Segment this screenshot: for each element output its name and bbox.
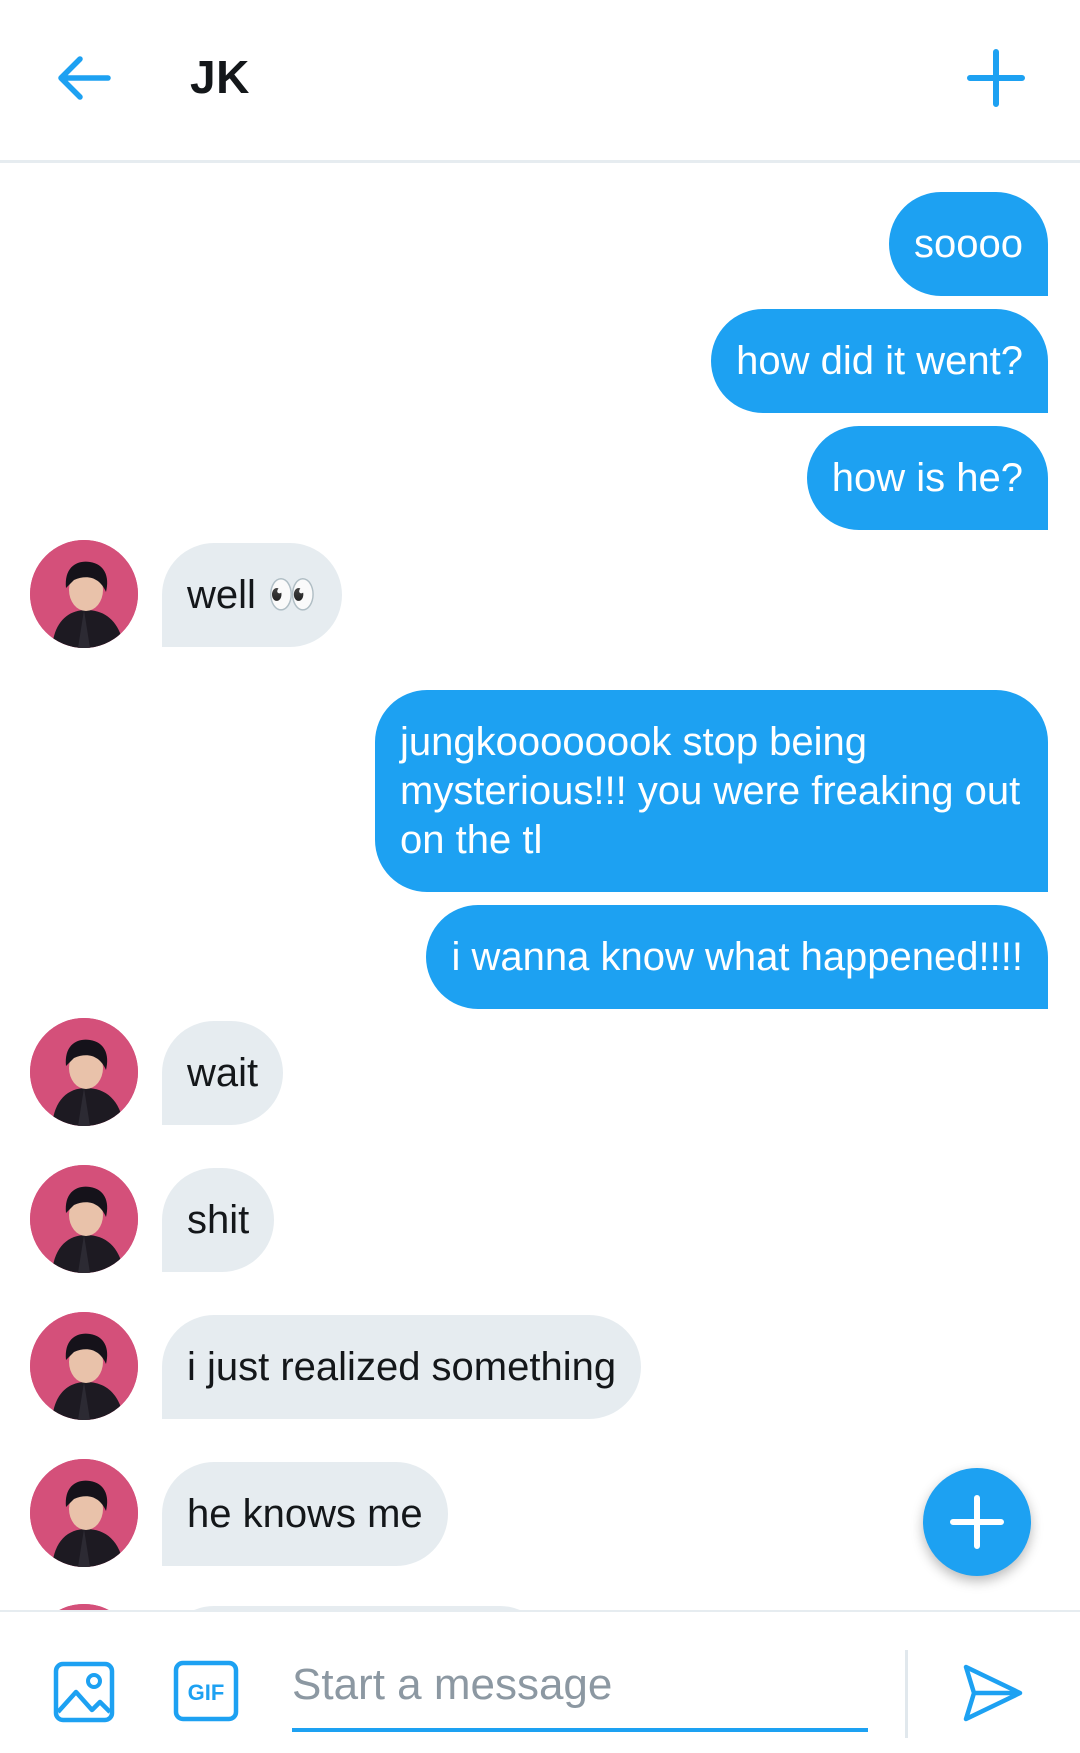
add-people-button[interactable] — [962, 44, 1030, 112]
message-bubble-incoming[interactable]: wait — [162, 1021, 284, 1125]
add-gif-button[interactable]: GIF — [173, 1660, 239, 1722]
message-bubble-incoming[interactable]: he knows me — [162, 1462, 448, 1566]
avatar-photo — [30, 1018, 138, 1126]
message-text: jungkoooooook stop being mysterious!!! y… — [400, 719, 1021, 862]
message-bubble-outgoing[interactable]: jungkoooooook stop being mysterious!!! y… — [375, 690, 1048, 892]
avatar[interactable] — [30, 540, 138, 648]
message-text: how is he? — [831, 455, 1023, 500]
plus-icon — [950, 1495, 1004, 1549]
message-text: shit — [187, 1197, 250, 1242]
send-button[interactable] — [962, 1662, 1024, 1724]
message-bubble-incoming[interactable]: well 👀 — [162, 543, 342, 647]
message-text: soooo — [914, 221, 1023, 266]
avatar-photo — [30, 1459, 138, 1567]
message-text: wait — [187, 1050, 259, 1095]
message-text: how did it went? — [736, 338, 1023, 383]
arrow-left-icon — [58, 56, 111, 100]
message-bubble-outgoing[interactable]: i wanna know what happened!!!! — [426, 905, 1048, 1009]
message-bubble-outgoing[interactable]: how is he? — [806, 426, 1048, 530]
add-image-button[interactable] — [52, 1660, 116, 1724]
image-icon — [53, 1661, 115, 1723]
gif-icon: GIF — [173, 1660, 239, 1722]
message-bubble-outgoing[interactable]: soooo — [889, 192, 1048, 296]
message-composer: GIF — [0, 1610, 1080, 1753]
avatar[interactable] — [30, 1312, 138, 1420]
avatar[interactable] — [30, 1459, 138, 1567]
composer-divider — [905, 1650, 908, 1738]
message-text: i wanna know what happened!!!! — [451, 934, 1023, 979]
avatar-photo — [30, 540, 138, 648]
avatar[interactable] — [30, 1165, 138, 1273]
gif-label: GIF — [188, 1680, 225, 1705]
message-text: i just realized something — [187, 1344, 617, 1389]
send-icon — [963, 1664, 1023, 1722]
message-bubble-incoming[interactable]: shit — [162, 1168, 275, 1272]
avatar[interactable] — [30, 1018, 138, 1126]
avatar-photo — [30, 1312, 138, 1420]
avatar-photo — [30, 1165, 138, 1273]
message-text: he knows me — [187, 1491, 423, 1536]
message-input[interactable] — [292, 1642, 868, 1732]
new-message-fab[interactable] — [923, 1468, 1031, 1576]
plus-icon — [967, 49, 1025, 107]
conversation-header: JK — [0, 0, 1080, 163]
back-button[interactable] — [52, 46, 116, 110]
message-text: well 👀 — [187, 572, 317, 617]
conversation-title: JK — [190, 51, 250, 103]
message-bubble-incoming[interactable]: i just realized something — [162, 1315, 642, 1419]
message-bubble-outgoing[interactable]: how did it went? — [711, 309, 1048, 413]
